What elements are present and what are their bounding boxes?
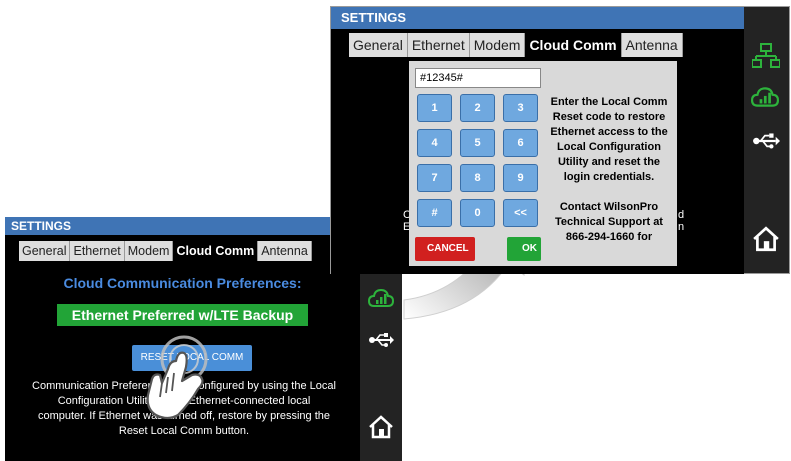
cloud-signal-icon[interactable]	[751, 85, 779, 109]
usb-icon[interactable]	[752, 132, 780, 150]
touch-hand-icon	[146, 335, 208, 420]
cancel-button[interactable]: CANCEL	[415, 237, 475, 261]
home-icon[interactable]	[368, 414, 394, 440]
keypad-key-2[interactable]: 2	[460, 94, 495, 122]
cloud-preferences-heading: Cloud Communication Preferences:	[63, 275, 302, 291]
obscured-char: d	[678, 209, 685, 221]
support-line: Contact WilsonPro	[559, 201, 659, 213]
tab-modem[interactable]: Modem	[470, 33, 526, 57]
keypad-key-6[interactable]: 6	[503, 129, 538, 157]
tab-bar: General Ethernet Modem Cloud Comm Antenn…	[331, 29, 744, 59]
keypad-key-5[interactable]: 5	[460, 129, 495, 157]
tab-ethernet[interactable]: Ethernet	[70, 241, 125, 261]
keypad-backspace-key[interactable]: <<	[503, 199, 538, 227]
instruction-line: Local Configuration	[557, 141, 661, 153]
tab-cloud-comm[interactable]: Cloud Comm	[525, 33, 622, 57]
tab-modem[interactable]: Modem	[125, 241, 174, 261]
obscured-char: n	[678, 221, 685, 233]
preference-value-badge: Ethernet Preferred w/LTE Backup	[57, 304, 308, 326]
tab-cloud-comm[interactable]: Cloud Comm	[173, 241, 259, 261]
reset-code-dialog: #12345# 1 2 3 4 5 6 7 8 9 # 0 << CANCEL …	[409, 61, 677, 266]
keypad-key-9[interactable]: 9	[503, 164, 538, 192]
instruction-line: Reset code to restore	[552, 111, 666, 123]
keypad-key-8[interactable]: 8	[460, 164, 495, 192]
instruction-line: login credentials.	[563, 171, 655, 183]
reset-code-input[interactable]: #12345#	[415, 68, 541, 88]
support-line: 866-294-1660 for	[565, 231, 653, 243]
tab-antenna[interactable]: Antenna	[622, 33, 683, 57]
keypad-key-0[interactable]: 0	[460, 199, 495, 227]
reset-instructions: Enter the Local Comm Reset code to resto…	[545, 95, 673, 185]
side-nav	[744, 7, 789, 273]
tab-antenna[interactable]: Antenna	[258, 241, 312, 261]
tab-row: General Ethernet Modem Cloud Comm Antenn…	[19, 241, 312, 261]
description-line: Reset Local Comm button.	[118, 425, 250, 437]
tab-general[interactable]: General	[349, 33, 408, 57]
settings-title-bar: SETTINGS	[331, 7, 744, 29]
keypad-key-4[interactable]: 4	[417, 129, 452, 157]
support-line: Technical Support at	[555, 216, 663, 228]
network-icon[interactable]	[752, 43, 780, 69]
instruction-line: Ethernet access to the	[550, 126, 668, 138]
keypad-key-1[interactable]: 1	[417, 94, 452, 122]
usb-icon[interactable]	[368, 332, 394, 348]
keypad-key-7[interactable]: 7	[417, 164, 452, 192]
keypad-key-hash[interactable]: #	[417, 199, 452, 227]
instruction-line: Utility and reset the	[557, 156, 661, 168]
tab-ethernet[interactable]: Ethernet	[408, 33, 470, 57]
ok-button[interactable]: OK	[507, 237, 541, 261]
home-icon[interactable]	[752, 225, 780, 253]
tab-bar: General Ethernet Modem Cloud Comm Antenn…	[5, 235, 360, 261]
instruction-line: Enter the Local Comm	[550, 96, 668, 108]
support-contact-text: Contact WilsonPro Technical Support at 8…	[545, 200, 673, 245]
cloud-signal-icon[interactable]	[368, 287, 394, 309]
settings-panel-keypad: SETTINGS General Ethernet Modem Cloud Co…	[330, 6, 790, 274]
tab-row: General Ethernet Modem Cloud Comm Antenn…	[349, 33, 683, 57]
settings-title-bar: SETTINGS	[5, 217, 360, 235]
obscured-text-right: d n	[678, 209, 684, 233]
keypad-key-3[interactable]: 3	[503, 94, 538, 122]
tab-general[interactable]: General	[19, 241, 71, 261]
